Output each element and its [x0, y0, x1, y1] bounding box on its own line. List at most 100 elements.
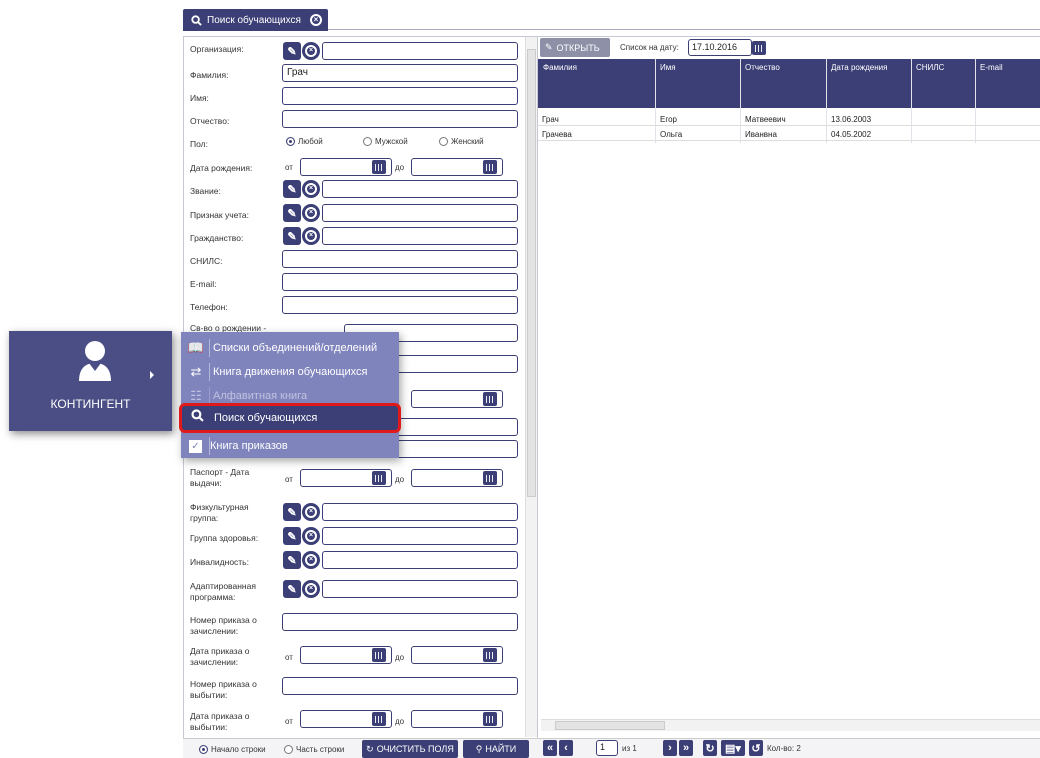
edit-citizenship-button[interactable]: ✎: [283, 227, 301, 245]
email-label: E-mail:: [190, 279, 217, 289]
adapted-program-field[interactable]: [322, 580, 518, 598]
menu-item-movement-book[interactable]: ⇄ Книга движения обучающихся: [181, 360, 399, 384]
rank-field[interactable]: [322, 180, 518, 198]
menu-item-lists[interactable]: 📖 Списки объединений/отделений: [181, 336, 399, 360]
clear-phys-group-button[interactable]: ×: [302, 503, 320, 521]
find-button[interactable]: ⚲ НАЙТИ: [463, 740, 529, 758]
start-of-line-radio[interactable]: Начало строки: [199, 745, 266, 755]
calendar-icon[interactable]: [372, 160, 386, 174]
snils-field[interactable]: [282, 250, 518, 268]
hidden-field-3[interactable]: [394, 440, 518, 458]
from-label: от: [285, 717, 293, 726]
calendar-icon[interactable]: [372, 471, 386, 485]
column-header[interactable]: Дата рождения: [831, 63, 887, 72]
prev-page-button[interactable]: ‹: [559, 740, 573, 756]
menu-item-search-students[interactable]: Поиск обучающихся: [179, 403, 401, 433]
phone-field[interactable]: [282, 296, 518, 314]
account-sign-field[interactable]: [322, 204, 518, 222]
edit-adapted-program-button[interactable]: ✎: [283, 580, 301, 598]
clear-account-sign-button[interactable]: ×: [302, 204, 320, 222]
hidden-field-2[interactable]: [394, 418, 518, 436]
clear-rank-button[interactable]: ×: [302, 180, 320, 198]
page-number-field[interactable]: 1: [596, 740, 618, 756]
calendar-icon[interactable]: [372, 648, 386, 662]
last-page-button[interactable]: »: [679, 740, 693, 756]
gender-any-radio[interactable]: Любой: [286, 137, 323, 147]
results-horizontal-scrollbar[interactable]: [541, 719, 1040, 731]
organization-field[interactable]: [322, 42, 518, 60]
column-header[interactable]: Отчество: [745, 63, 780, 72]
clear-fields-button[interactable]: ↻ ОЧИСТИТЬ ПОЛЯ: [362, 740, 458, 758]
citizenship-label: Гражданство:: [190, 233, 244, 243]
edit-phys-group-button[interactable]: ✎: [283, 503, 301, 521]
edit-disability-button[interactable]: ✎: [283, 551, 301, 569]
list-date-field[interactable]: 17.10.2016: [688, 39, 752, 56]
column-header[interactable]: СНИЛС: [916, 63, 944, 72]
first-page-button[interactable]: «: [543, 740, 557, 756]
patronymic-field[interactable]: [282, 110, 518, 128]
name-field[interactable]: [282, 87, 518, 105]
open-button[interactable]: ✎ ОТКРЫТЬ: [540, 38, 610, 57]
tab-search-students[interactable]: Поиск обучающихся ×: [183, 9, 328, 31]
calendar-icon[interactable]: [483, 471, 497, 485]
enroll-order-date-label: Дата приказа о зачислении:: [190, 646, 250, 667]
disability-field[interactable]: [322, 551, 518, 569]
table-row[interactable]: Грачева Ольга Иванвна 04.05.2002: [538, 127, 1040, 141]
check-icon: ✓: [189, 439, 202, 453]
close-tab-icon[interactable]: ×: [309, 14, 322, 26]
reload-icon[interactable]: ↺: [749, 740, 763, 756]
calendar-icon[interactable]: [483, 392, 497, 406]
organization-label: Организация:: [190, 44, 244, 54]
footer-bar: Начало строки Часть строки ↻ ОЧИСТИТЬ ПОЛ…: [183, 738, 1040, 758]
gender-female-radio[interactable]: Женский: [439, 137, 484, 147]
book-icon: 📖: [187, 340, 205, 355]
calendar-icon[interactable]: [483, 648, 497, 662]
scrollbar-thumb[interactable]: [527, 49, 536, 497]
refresh-icon: ↻: [366, 743, 374, 754]
calendar-icon[interactable]: [752, 41, 766, 55]
edit-health-group-button[interactable]: ✎: [283, 527, 301, 545]
clear-disability-button[interactable]: ×: [302, 551, 320, 569]
edit-icon: ✎: [545, 42, 553, 52]
sidebar-item-contingent[interactable]: КОНТИНГЕНТ: [9, 331, 172, 431]
passport-date-label: Паспорт - Дата выдачи:: [190, 467, 250, 488]
calendar-icon[interactable]: [483, 712, 497, 726]
next-page-button[interactable]: ›: [663, 740, 677, 756]
leave-order-number-field[interactable]: [282, 677, 518, 695]
search-icon: [191, 14, 202, 26]
clear-adapted-program-button[interactable]: ×: [302, 580, 320, 598]
phys-group-field[interactable]: [322, 503, 518, 521]
column-header[interactable]: Фамилия: [543, 63, 577, 72]
table-row[interactable]: Грач Егор Матвеевич 13.06.2003: [538, 112, 1040, 126]
email-field[interactable]: [282, 273, 518, 291]
column-header[interactable]: Имя: [660, 63, 676, 72]
to-label: до: [395, 475, 405, 484]
refresh-button[interactable]: ↻: [703, 740, 717, 756]
from-label: от: [285, 163, 293, 172]
gender-label: Пол:: [190, 139, 208, 149]
hidden-field-1[interactable]: [394, 355, 518, 373]
part-of-line-radio[interactable]: Часть строки: [284, 745, 344, 755]
edit-organization-button[interactable]: ✎: [283, 42, 301, 60]
chevron-right-icon: [150, 371, 154, 379]
health-group-field[interactable]: [322, 527, 518, 545]
clear-organization-button[interactable]: ×: [302, 42, 320, 60]
enroll-order-number-field[interactable]: [282, 613, 518, 631]
calendar-icon[interactable]: [372, 712, 386, 726]
from-label: от: [285, 475, 293, 484]
menu-item-orders-book[interactable]: ✓ Книга приказов: [181, 434, 399, 458]
gender-male-radio[interactable]: Мужской: [363, 137, 408, 147]
clear-health-group-button[interactable]: ×: [302, 527, 320, 545]
edit-rank-button[interactable]: ✎: [283, 180, 301, 198]
print-button[interactable]: ▤▾: [721, 740, 745, 756]
form-scrollbar[interactable]: [525, 37, 537, 737]
citizenship-field[interactable]: [322, 227, 518, 245]
calendar-icon[interactable]: [483, 160, 497, 174]
clear-citizenship-button[interactable]: ×: [302, 227, 320, 245]
to-label: до: [395, 653, 405, 662]
surname-field[interactable]: Грач: [282, 64, 518, 82]
search-icon: ⚲: [475, 743, 483, 754]
column-header[interactable]: E-mail: [980, 63, 1003, 72]
edit-account-sign-button[interactable]: ✎: [283, 204, 301, 222]
from-label: от: [285, 653, 293, 662]
